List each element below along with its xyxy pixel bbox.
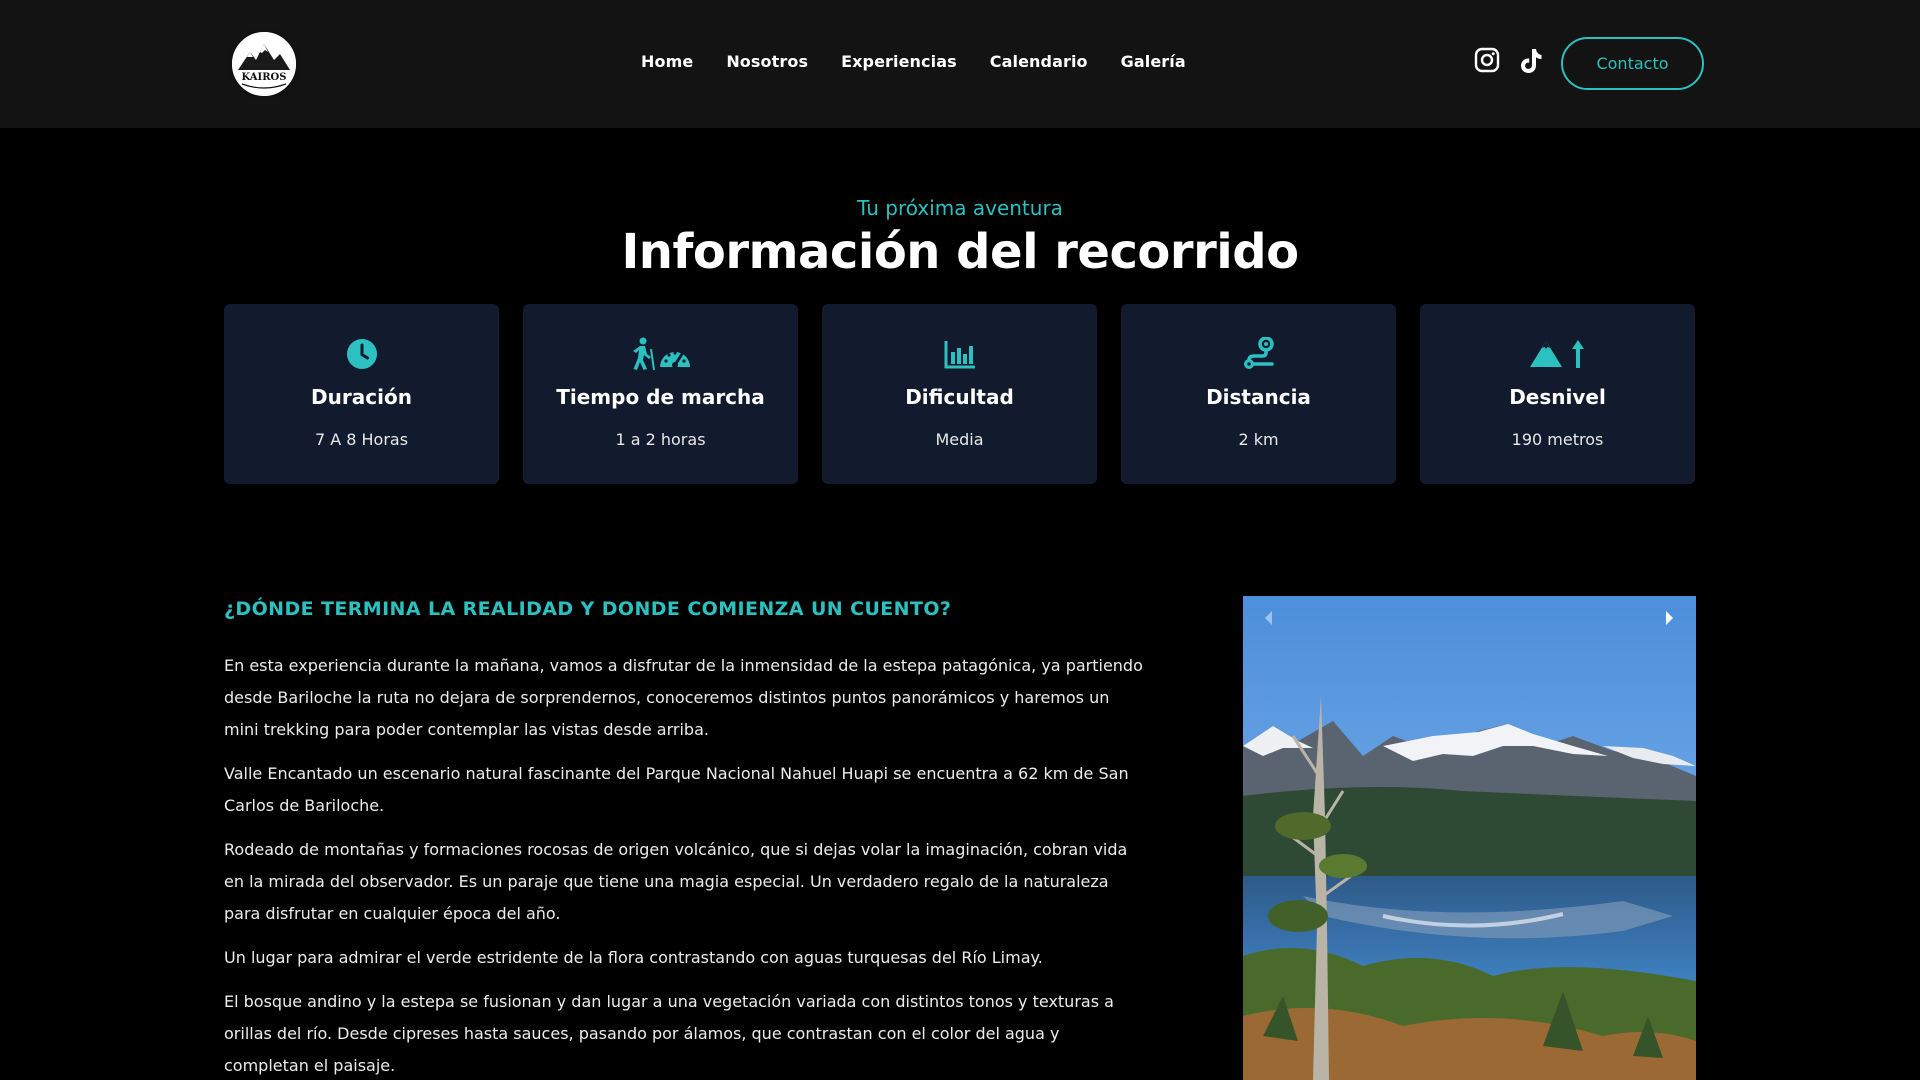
page-title: Información del recorrido xyxy=(621,224,1299,280)
kairos-logo[interactable]: KAIROS xyxy=(229,29,299,99)
nav-galeria[interactable]: Galería xyxy=(1121,52,1186,71)
slider-prev-button[interactable] xyxy=(1258,606,1278,630)
card-title: Distancia xyxy=(1206,385,1311,409)
content-paragraph: En esta experiencia durante la mañana, v… xyxy=(224,656,1143,739)
card-value: 7 A 8 Horas xyxy=(314,430,409,449)
nav-calendario[interactable]: Calendario xyxy=(990,52,1088,71)
info-card-tiempo-marcha: Tiempo de marcha 1 a 2 horas xyxy=(523,304,798,484)
card-value: 190 metros xyxy=(1511,430,1604,449)
route-icon xyxy=(1121,334,1396,374)
info-card-dificultad: Dificultad Media xyxy=(822,304,1097,484)
site-header: KAIROS Home Nosotros Experiencias Calend… xyxy=(0,0,1920,128)
card-title: Dificultad xyxy=(905,385,1014,409)
info-card-desnivel: Desnivel 190 metros xyxy=(1420,304,1695,484)
logo-text: KAIROS xyxy=(242,72,287,83)
card-value: 1 a 2 horas xyxy=(615,430,706,449)
info-card-duracion: Duración 7 A 8 Horas xyxy=(224,304,499,484)
slider-next-button[interactable] xyxy=(1660,606,1680,630)
landscape-photo xyxy=(1243,596,1696,1080)
content-paragraph: El bosque andino y la estepa se fusionan… xyxy=(224,992,1114,1075)
content-body: En esta experiencia durante la mañana, v… xyxy=(224,650,1144,1080)
content-heading: ¿DÓNDE TERMINA LA REALIDAD Y DONDE COMIE… xyxy=(224,598,952,620)
bar-chart-icon xyxy=(822,334,1097,374)
content-paragraph: Un lugar para admirar el verde estrident… xyxy=(224,948,1043,967)
content-paragraph: Valle Encantado un escenario natural fas… xyxy=(224,764,1129,815)
content-paragraph: Rodeado de montañas y formaciones rocosa… xyxy=(224,840,1128,923)
section-eyebrow: Tu próxima aventura xyxy=(857,196,1063,220)
clock-icon xyxy=(224,334,499,374)
card-title: Duración xyxy=(311,385,412,409)
info-card-distancia: Distancia 2 km xyxy=(1121,304,1396,484)
mountain-up-icon xyxy=(1420,334,1695,374)
card-value: Media xyxy=(935,430,984,449)
card-value: 2 km xyxy=(1238,430,1279,449)
nav-nosotros[interactable]: Nosotros xyxy=(726,52,808,71)
instagram-icon[interactable] xyxy=(1474,47,1500,77)
nav-home[interactable]: Home xyxy=(641,52,693,71)
nav-experiencias[interactable]: Experiencias xyxy=(841,52,957,71)
card-title: Tiempo de marcha xyxy=(556,385,765,409)
tiktok-icon[interactable] xyxy=(1519,47,1543,79)
hiker-gauge-icon xyxy=(523,334,798,374)
main-nav: Home Nosotros Experiencias Calendario Ga… xyxy=(641,52,1186,71)
chevron-right-icon xyxy=(1666,611,1673,625)
card-title: Desnivel xyxy=(1509,385,1606,409)
image-slider[interactable] xyxy=(1243,596,1696,1080)
contact-button[interactable]: Contacto xyxy=(1561,37,1704,90)
tour-info-cards: Duración 7 A 8 Horas Tiempo de marcha 1 … xyxy=(224,304,1695,484)
chevron-left-icon xyxy=(1265,611,1272,625)
